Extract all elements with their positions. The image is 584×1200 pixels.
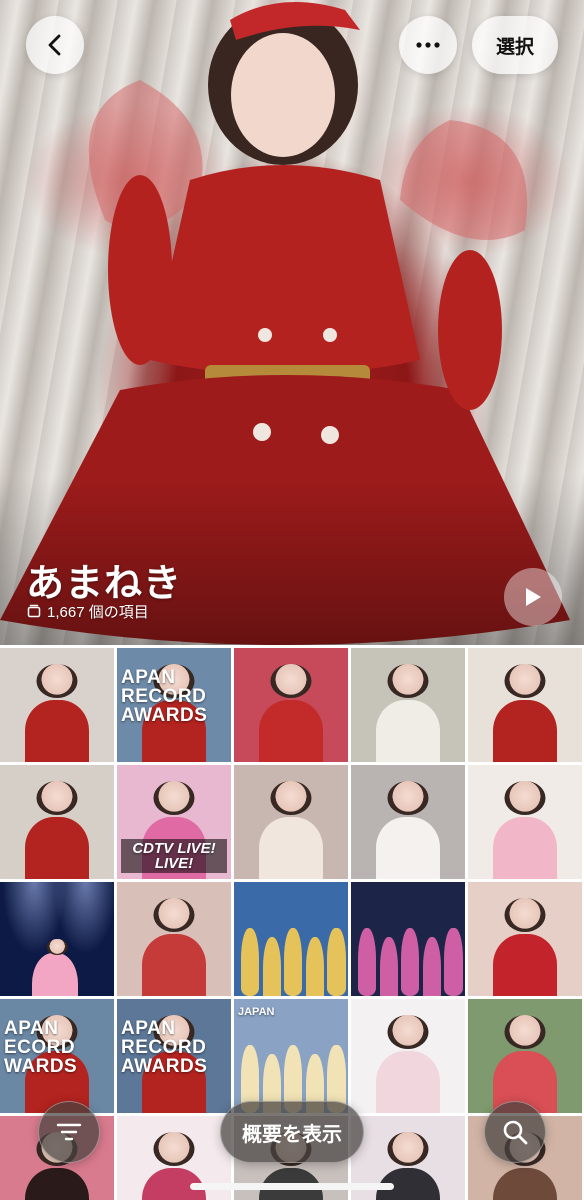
subject-figure — [25, 700, 89, 762]
photo-thumbnail[interactable] — [351, 882, 465, 996]
back-button[interactable] — [26, 16, 84, 74]
subject-figure — [25, 817, 89, 879]
album-item-count-text: 1,667 個の項目 — [47, 603, 149, 621]
subject-figure — [376, 817, 440, 879]
subject-figure — [142, 934, 206, 996]
photo-thumbnail[interactable] — [0, 648, 114, 762]
stack-icon — [27, 604, 41, 618]
tv-logo-text: CDTV LIVE! LIVE! — [121, 839, 227, 873]
group-member-figure — [401, 927, 420, 996]
subject-head — [504, 663, 546, 699]
album-title: あまねき — [26, 563, 183, 605]
subject-head — [36, 780, 78, 816]
award-logo-text: JAPAN — [238, 1006, 275, 1018]
album-hero-photo[interactable]: 選択 あまねき 1,667 個の項目 — [0, 0, 584, 645]
subject-figure — [493, 817, 557, 879]
subject-figure — [25, 1168, 89, 1200]
photo-thumbnail[interactable] — [0, 765, 114, 879]
subject-figure — [493, 1168, 557, 1200]
subject-head — [504, 897, 546, 933]
photo-thumbnail[interactable] — [468, 999, 582, 1113]
group-member-figure — [240, 927, 260, 996]
subject-figure — [259, 700, 323, 762]
subject-figure — [259, 817, 323, 879]
photo-thumbnail[interactable]: APAN RECORD AWARDS — [117, 999, 231, 1113]
select-button[interactable]: 選択 — [472, 16, 558, 74]
award-logo-text: APAN RECORD AWARDS — [121, 1018, 208, 1077]
subject-head — [36, 663, 78, 699]
ellipsis-icon — [416, 42, 440, 48]
subject-head — [153, 1131, 195, 1167]
photo-thumbnail[interactable]: APAN ECORD WARDS — [0, 999, 114, 1113]
subject-head — [387, 780, 429, 816]
album-item-count: 1,667 個の項目 — [27, 601, 149, 621]
play-icon — [526, 588, 541, 606]
search-icon — [503, 1120, 528, 1145]
subject-figure — [493, 934, 557, 996]
subject-head — [270, 780, 312, 816]
sort-lines-icon — [56, 1123, 82, 1141]
photo-thumbnail[interactable]: APAN RECORD AWARDS — [117, 648, 231, 762]
photo-thumbnail[interactable] — [234, 765, 348, 879]
group-member-figure — [422, 936, 442, 996]
photo-thumbnail[interactable] — [351, 765, 465, 879]
subject-head — [387, 1131, 429, 1167]
sort-filter-button[interactable] — [38, 1101, 100, 1163]
subject-figure — [31, 952, 78, 996]
photo-thumbnail[interactable] — [234, 648, 348, 762]
play-slideshow-button[interactable] — [504, 568, 562, 626]
group-member-figure — [262, 936, 281, 996]
subject-head — [153, 897, 195, 933]
photo-thumbnail[interactable] — [351, 999, 465, 1113]
group-member-figure — [305, 936, 325, 996]
group-member-figure — [284, 927, 303, 996]
subject-head — [387, 663, 429, 699]
award-logo-text: APAN ECORD WARDS — [4, 1018, 78, 1077]
group-member-figure — [327, 927, 346, 996]
photo-thumbnail[interactable]: JAPAN — [234, 999, 348, 1113]
home-indicator — [190, 1183, 394, 1190]
group-member-figure — [379, 936, 398, 996]
award-logo-text: APAN RECORD AWARDS — [121, 667, 208, 726]
chevron-left-icon — [48, 34, 61, 56]
subject-head — [387, 1014, 429, 1050]
search-button[interactable] — [484, 1101, 546, 1163]
subject-figure — [376, 1051, 440, 1113]
more-options-button[interactable] — [399, 16, 457, 74]
subject-head — [153, 780, 195, 816]
group-member-figure — [444, 927, 463, 996]
photo-thumbnail[interactable] — [468, 648, 582, 762]
photo-thumbnail[interactable]: CDTV LIVE! LIVE! — [117, 765, 231, 879]
photo-thumbnail[interactable] — [468, 765, 582, 879]
photo-thumbnail[interactable] — [117, 882, 231, 996]
subject-head — [504, 780, 546, 816]
subject-head — [46, 939, 68, 955]
show-summary-button[interactable]: 概要を表示 — [220, 1101, 364, 1163]
subject-figure — [376, 700, 440, 762]
group-member-figure — [357, 927, 377, 996]
photo-thumbnail[interactable] — [468, 882, 582, 996]
photo-thumbnail[interactable] — [234, 882, 348, 996]
photo-thumbnail[interactable] — [0, 882, 114, 996]
subject-head — [504, 1014, 546, 1050]
subject-head — [270, 663, 312, 699]
subject-figure — [493, 700, 557, 762]
photo-thumbnail[interactable] — [351, 648, 465, 762]
